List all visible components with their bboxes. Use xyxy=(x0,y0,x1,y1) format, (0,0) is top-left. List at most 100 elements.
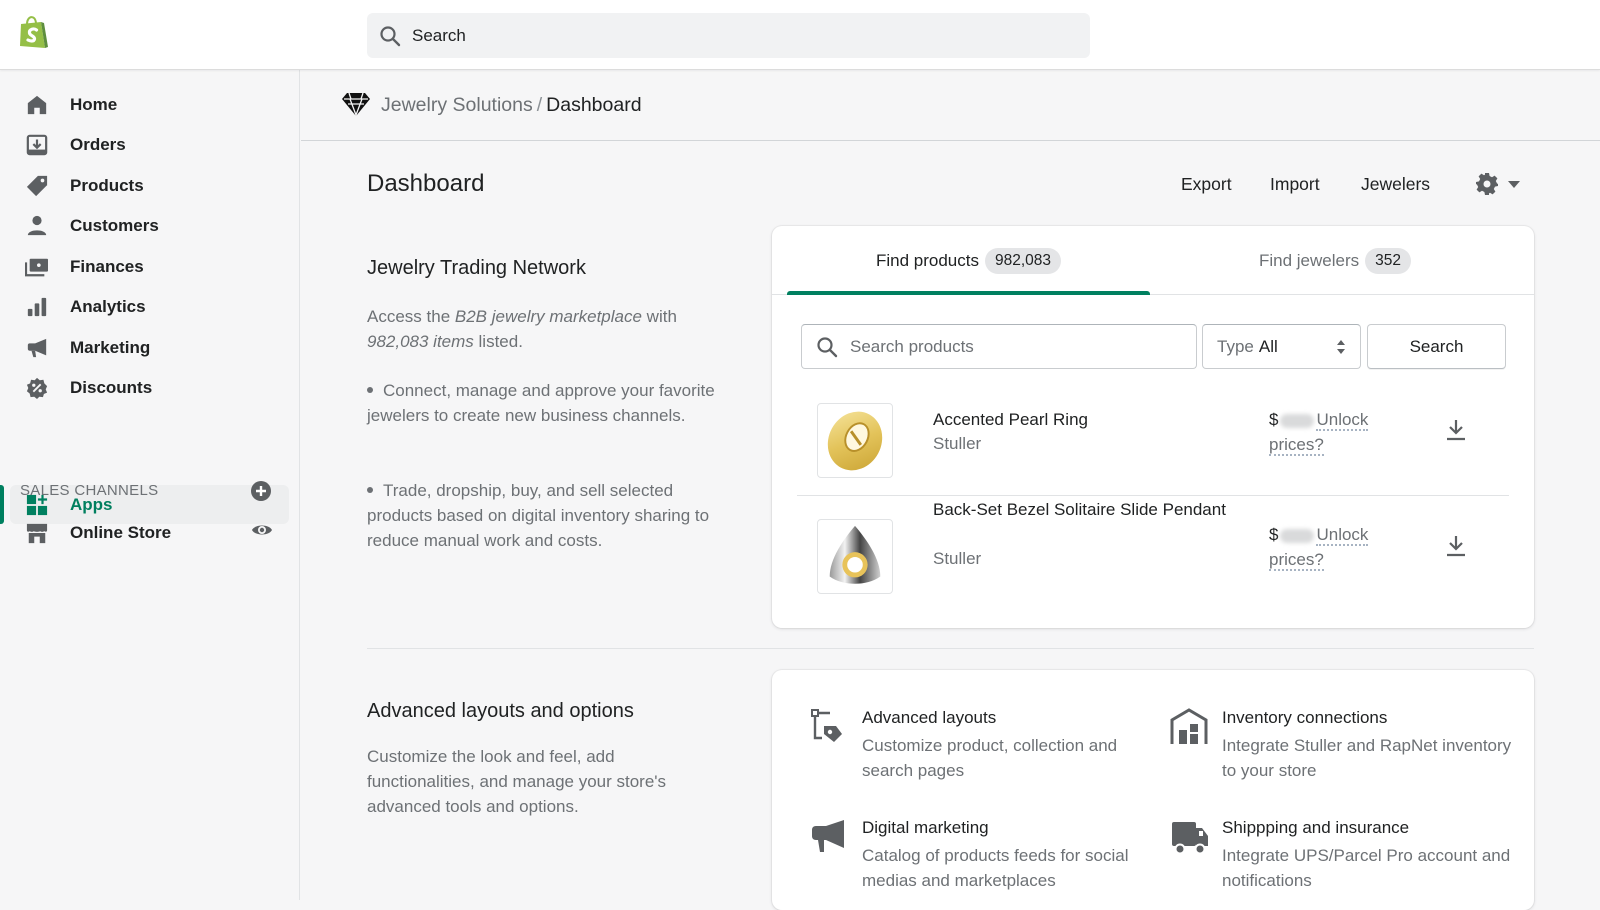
tag-icon xyxy=(25,174,49,198)
active-tab-indicator xyxy=(787,291,1150,295)
product-search-placeholder: Search products xyxy=(850,336,974,356)
section-divider xyxy=(367,648,1534,649)
sidebar-item-label: Products xyxy=(70,175,144,195)
bullet-icon xyxy=(367,487,373,494)
sidebar-item-online-store[interactable]: Online Store xyxy=(10,513,289,552)
sidebar-item-customers[interactable]: Customers xyxy=(10,206,289,245)
type-select[interactable]: Type All xyxy=(1202,324,1361,369)
sidebar-item-label: Discounts xyxy=(70,377,153,397)
download-icon[interactable] xyxy=(1445,418,1467,442)
settings-dropdown-caret-icon[interactable] xyxy=(1508,181,1520,188)
sidebar-item-finances[interactable]: Finances xyxy=(10,247,289,286)
plus-circle-icon xyxy=(251,481,271,501)
megaphone-icon xyxy=(810,818,850,858)
global-search-placeholder: Search xyxy=(412,25,466,45)
finder-tabs: Find products 982,083 Find jewelers 352 xyxy=(772,226,1534,295)
sidebar-item-analytics[interactable]: Analytics xyxy=(10,287,289,326)
search-icon xyxy=(379,25,401,47)
truck-icon xyxy=(1170,818,1210,858)
sidebar-item-label: Finances xyxy=(70,256,144,276)
trading-network-title: Jewelry Trading Network xyxy=(367,257,586,279)
count-badge: 352 xyxy=(1365,247,1412,274)
product-thumbnail-pendant[interactable] xyxy=(817,519,893,594)
sidebar-item-marketing[interactable]: Marketing xyxy=(10,328,289,367)
layout-tag-icon xyxy=(810,708,850,748)
hidden-price xyxy=(1280,528,1315,543)
finder-card: Find products 982,083 Find jewelers 352 Se… xyxy=(772,226,1534,628)
type-select-label: Type xyxy=(1217,336,1254,356)
product-row[interactable]: Back-Set Bezel Solitaire Slide Pendant S… xyxy=(797,497,1509,612)
top-bar: Search xyxy=(0,0,1600,70)
trading-bullet: Trade, dropship, buy, and sell selected … xyxy=(367,481,710,550)
features-card: Advanced layouts Customize product, coll… xyxy=(772,670,1534,910)
product-vendor: Stuller xyxy=(933,549,982,568)
home-icon xyxy=(25,93,49,117)
trading-network-intro: Access the B2B jewelry marketplace with … xyxy=(367,307,677,351)
sidebar-item-label: Analytics xyxy=(70,296,146,316)
sidebar-item-products[interactable]: Products xyxy=(10,166,289,205)
jewelers-button[interactable]: Jewelers xyxy=(1361,174,1430,195)
sidebar-item-label: Orders xyxy=(70,134,126,154)
sidebar-item-label: Online Store xyxy=(70,522,172,542)
hidden-price xyxy=(1280,413,1315,428)
sidebar: Home Orders Products Customers Finances … xyxy=(0,70,300,900)
warehouse-icon xyxy=(1170,708,1210,748)
sidebar-item-home[interactable]: Home xyxy=(10,85,289,124)
trading-bullet: Connect, manage and approve your favorit… xyxy=(367,381,715,425)
product-price: $ Unlock prices? xyxy=(1269,525,1369,571)
sidebar-item-orders[interactable]: Orders xyxy=(10,125,289,164)
sidebar-item-discounts[interactable]: Discounts xyxy=(10,368,289,407)
tab-find-jewelers[interactable]: Find jewelers 352 xyxy=(1150,226,1520,295)
product-search-input[interactable]: Search products xyxy=(801,324,1197,369)
discount-icon xyxy=(25,376,49,400)
feature-description: Integrate Stuller and RapNet inventory t… xyxy=(1222,736,1512,780)
active-indicator xyxy=(0,485,4,524)
eye-icon xyxy=(252,525,272,535)
bullet-icon xyxy=(367,387,373,394)
diamond-icon xyxy=(341,91,371,117)
search-button[interactable]: Search xyxy=(1367,324,1506,369)
product-price: $ Unlock prices? xyxy=(1269,410,1369,456)
sales-channels-heading: SALES CHANNELS xyxy=(20,482,159,499)
feature-title: Inventory connections xyxy=(1222,708,1388,727)
breadcrumb-bar: Jewelry Solutions / Dashboard xyxy=(301,70,1600,141)
breadcrumb: Jewelry Solutions / Dashboard xyxy=(381,94,642,117)
product-thumbnail-ring[interactable] xyxy=(817,403,893,478)
sidebar-item-label: Customers xyxy=(70,215,159,235)
add-sales-channel-button[interactable] xyxy=(251,481,271,501)
tab-find-products[interactable]: Find products 982,083 xyxy=(787,226,1150,295)
global-search-input[interactable]: Search xyxy=(367,13,1090,58)
product-vendor: Stuller xyxy=(933,434,982,453)
advanced-section-title: Advanced layouts and options xyxy=(367,700,634,722)
select-arrows-icon xyxy=(1336,339,1346,355)
feature-title: Shippping and insurance xyxy=(1222,818,1410,837)
product-name[interactable]: Accented Pearl Ring xyxy=(933,407,1233,432)
sidebar-item-label: Home xyxy=(70,94,118,114)
search-icon xyxy=(816,336,838,358)
feature-title: Digital marketing xyxy=(862,818,989,837)
feature-description: Customize product, collection and search… xyxy=(862,736,1118,780)
page-title: Dashboard xyxy=(367,170,485,197)
sidebar-item-label: Marketing xyxy=(70,337,151,357)
shopify-logo-icon[interactable] xyxy=(17,14,49,50)
advanced-section-description: Customize the look and feel, add functio… xyxy=(367,747,667,816)
person-icon xyxy=(25,214,49,238)
feature-description: Catalog of products feeds for social med… xyxy=(862,846,1129,890)
breadcrumb-parent-link[interactable]: Jewelry Solutions xyxy=(381,94,533,116)
feature-title: Advanced layouts xyxy=(862,708,997,727)
breadcrumb-separator: / xyxy=(536,94,543,116)
finances-icon xyxy=(25,255,49,279)
import-button[interactable]: Import xyxy=(1270,174,1320,195)
download-icon[interactable] xyxy=(1445,534,1467,558)
export-button[interactable]: Export xyxy=(1181,174,1232,195)
count-badge: 982,083 xyxy=(984,247,1062,274)
type-select-value: All xyxy=(1258,336,1278,356)
product-row[interactable]: Accented Pearl Ring Stuller $ Unlock pric… xyxy=(797,386,1509,496)
settings-gear-icon[interactable] xyxy=(1475,172,1499,196)
megaphone-icon xyxy=(25,336,49,360)
store-icon xyxy=(25,521,49,545)
bar-chart-icon xyxy=(25,295,49,319)
breadcrumb-current: Dashboard xyxy=(546,94,642,116)
view-online-store-button[interactable] xyxy=(251,522,273,542)
product-name[interactable]: Back-Set Bezel Solitaire Slide Pendant xyxy=(933,497,1233,522)
